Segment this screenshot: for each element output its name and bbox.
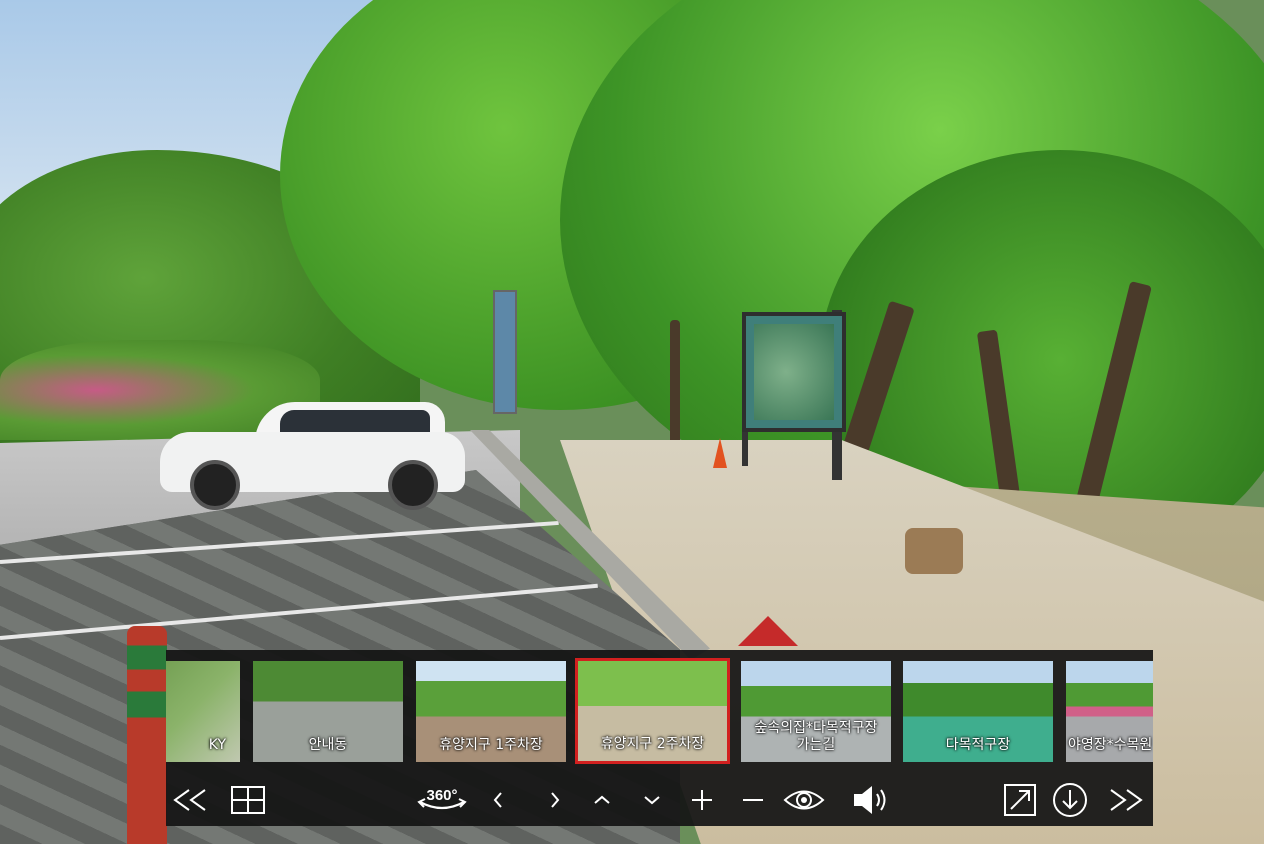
double-right-icon (1110, 789, 1143, 811)
download-button[interactable] (1050, 782, 1090, 818)
speaker-icon (854, 786, 886, 814)
view-mode-button[interactable] (780, 782, 828, 818)
zoom-in-button[interactable] (682, 782, 722, 818)
grid-icon (231, 786, 265, 814)
scene-thumbnail[interactable]: 다목적구장 (903, 661, 1053, 762)
thumbnail-label: 휴양지구 2주차장 (600, 736, 705, 752)
expand-icon (1004, 784, 1036, 816)
rotate-360-icon: 360° (417, 787, 467, 810)
pan-down-button[interactable] (632, 782, 672, 818)
pan-right-button[interactable] (535, 782, 575, 818)
scene-thumbnail[interactable]: KY (166, 661, 240, 762)
thumbnail-label: 야영장*수목원 (1068, 737, 1153, 753)
thumbnail-label: 숲속의집*다목적구장 가는길 (754, 720, 878, 753)
sound-button[interactable] (852, 782, 892, 818)
eye-icon (783, 790, 825, 810)
zoom-out-button[interactable] (733, 782, 773, 818)
chevron-up-icon (594, 795, 610, 804)
rotate-360-label: 360° (426, 787, 457, 804)
double-left-icon (173, 789, 206, 811)
scene-thumbnail[interactable]: 야영장*수목원 (1066, 661, 1153, 762)
chevron-left-icon (493, 792, 502, 808)
chevron-down-icon (644, 796, 660, 805)
thumbnails-toggle-button[interactable] (228, 782, 268, 818)
traffic-cone (713, 438, 727, 468)
scene-thumbnail[interactable]: 안내동 (253, 661, 403, 762)
tree-stump (905, 528, 963, 574)
bollard (127, 626, 167, 844)
thumbnail-label: 휴양지구 1주차장 (439, 737, 543, 753)
scene-thumbnail-strip[interactable]: KY 안내동 휴양지구 1주차장 휴양지구 2주차장 숲속의집*다목적구장 가는… (166, 650, 1153, 774)
fullscreen-button[interactable] (1000, 782, 1040, 818)
thumbnail-label: 안내동 (308, 737, 348, 753)
thumbnail-label: 다목적구장 (945, 737, 1011, 753)
viewer-toolbar: 360° (166, 774, 1153, 826)
autorotate-360-button[interactable]: 360° (412, 782, 472, 818)
scene-thumbnail-selected[interactable]: 휴양지구 2주차장 (575, 658, 730, 764)
scene-thumbnail[interactable]: 휴양지구 1주차장 (416, 661, 566, 762)
minus-icon (743, 799, 763, 801)
info-pillar (493, 290, 517, 414)
next-scene-button[interactable] (1106, 782, 1146, 818)
download-circle-icon (1053, 783, 1087, 817)
parked-car (160, 402, 465, 510)
plus-icon (692, 790, 712, 810)
thumbnail-label: KY (208, 737, 226, 753)
pan-left-button[interactable] (478, 782, 518, 818)
trail-map-sign (742, 312, 846, 432)
scene-thumbnail[interactable]: 숲속의집*다목적구장 가는길 (741, 661, 891, 762)
pan-up-button[interactable] (582, 782, 622, 818)
current-scene-pointer-icon (738, 616, 798, 646)
chevron-right-icon (551, 792, 560, 808)
previous-scene-button[interactable] (170, 782, 210, 818)
